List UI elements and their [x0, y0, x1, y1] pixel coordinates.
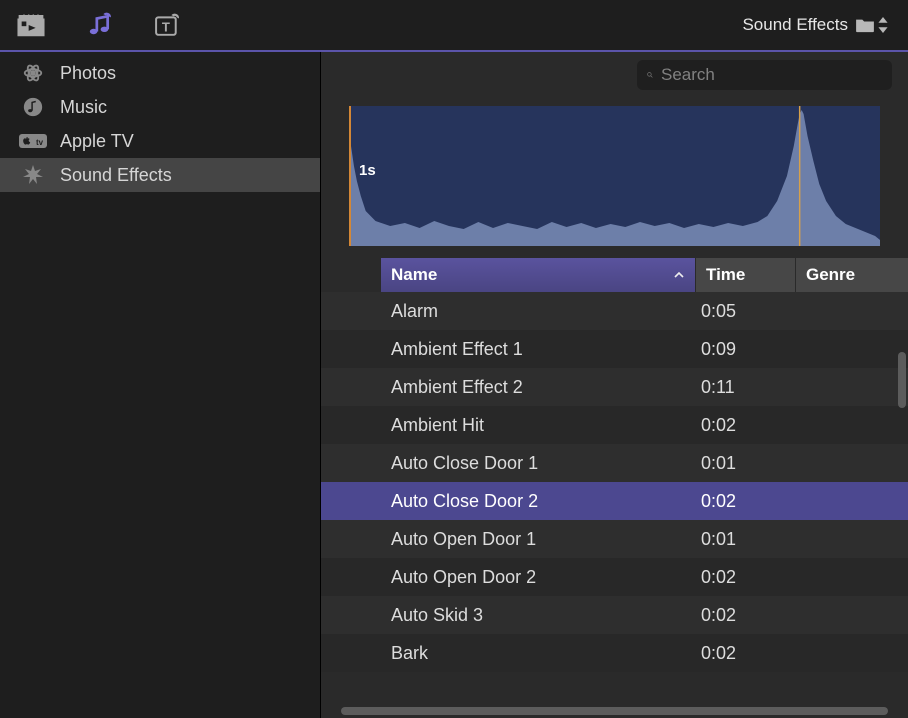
- column-time[interactable]: Time: [696, 258, 796, 292]
- cell-time: 0:05: [696, 301, 796, 322]
- table-row[interactable]: Auto Open Door 10:01: [321, 520, 908, 558]
- cell-name: Auto Skid 3: [381, 605, 696, 626]
- table-body: Alarm0:05Ambient Effect 10:09Ambient Eff…: [321, 292, 908, 718]
- cell-name: Bark: [381, 643, 696, 664]
- table-header: Name Time Genre: [321, 258, 908, 292]
- cell-name: Ambient Effect 1: [381, 339, 696, 360]
- table-row[interactable]: Ambient Hit0:02: [321, 406, 908, 444]
- table-row[interactable]: Auto Skid 30:02: [321, 596, 908, 634]
- table-row[interactable]: Ambient Effect 10:09: [321, 330, 908, 368]
- search-field[interactable]: [637, 60, 892, 90]
- waveform-time-label: 1s: [359, 162, 376, 179]
- music-icon: [18, 96, 48, 118]
- cell-time: 0:02: [696, 567, 796, 588]
- sidebar-item-soundfx[interactable]: Sound Effects: [0, 158, 320, 192]
- sidebar-item-label: Photos: [60, 63, 116, 84]
- folder-icon: [854, 17, 888, 33]
- search-row: [321, 52, 908, 98]
- cell-time: 0:02: [696, 491, 796, 512]
- column-spacer: [321, 258, 381, 292]
- cell-name: Auto Open Door 1: [381, 529, 696, 550]
- search-icon: [647, 66, 653, 84]
- cell-time: 0:02: [696, 415, 796, 436]
- sidebar-item-label: Apple TV: [60, 131, 134, 152]
- cell-name: Alarm: [381, 301, 696, 322]
- sidebar-item-music[interactable]: Music: [0, 90, 320, 124]
- horizontal-scrollbar[interactable]: [341, 707, 888, 715]
- cell-time: 0:02: [696, 643, 796, 664]
- sidebar-item-label: Music: [60, 97, 107, 118]
- topbar: T Sound Effects: [0, 0, 908, 50]
- svg-text:T: T: [162, 20, 170, 35]
- cell-time: 0:01: [696, 529, 796, 550]
- sidebar-item-label: Sound Effects: [60, 165, 172, 186]
- main-panel: 1s Name Time Genre Alarm0:05Ambient Effe…: [320, 52, 908, 718]
- cell-name: Auto Open Door 2: [381, 567, 696, 588]
- cell-time: 0:11: [696, 377, 796, 398]
- cell-name: Ambient Hit: [381, 415, 696, 436]
- vertical-scrollbar[interactable]: [898, 352, 906, 408]
- location-selector[interactable]: Sound Effects: [742, 15, 892, 35]
- sidebar: Photos Music tv Apple TV Sound Effects: [0, 52, 320, 718]
- table-row[interactable]: Auto Open Door 20:02: [321, 558, 908, 596]
- media-library-icon[interactable]: [16, 12, 46, 38]
- titles-library-icon[interactable]: T: [152, 12, 182, 38]
- cell-time: 0:02: [696, 605, 796, 626]
- table-row[interactable]: Auto Close Door 10:01: [321, 444, 908, 482]
- cell-name: Auto Close Door 1: [381, 453, 696, 474]
- search-input[interactable]: [661, 65, 882, 85]
- sort-asc-icon: [673, 269, 685, 281]
- waveform-preview[interactable]: 1s: [349, 106, 880, 246]
- table-row[interactable]: Ambient Effect 20:11: [321, 368, 908, 406]
- location-label: Sound Effects: [742, 15, 848, 35]
- sidebar-item-photos[interactable]: Photos: [0, 56, 320, 90]
- column-name[interactable]: Name: [381, 258, 696, 292]
- column-genre[interactable]: Genre: [796, 258, 908, 292]
- photos-icon: [18, 62, 48, 84]
- cell-name: Auto Close Door 2: [381, 491, 696, 512]
- cell-time: 0:01: [696, 453, 796, 474]
- sidebar-item-appletv[interactable]: tv Apple TV: [0, 124, 320, 158]
- appletv-icon: tv: [18, 130, 48, 152]
- table-row[interactable]: Bark0:02: [321, 634, 908, 672]
- soundfx-icon: [18, 164, 48, 186]
- audio-library-icon[interactable]: [84, 12, 114, 38]
- cell-name: Ambient Effect 2: [381, 377, 696, 398]
- topbar-tabs: T: [16, 12, 182, 38]
- table-row[interactable]: Alarm0:05: [321, 292, 908, 330]
- cell-time: 0:09: [696, 339, 796, 360]
- svg-text:tv: tv: [36, 138, 44, 147]
- table-row[interactable]: Auto Close Door 20:02: [321, 482, 908, 520]
- sound-table: Name Time Genre Alarm0:05Ambient Effect …: [321, 258, 908, 718]
